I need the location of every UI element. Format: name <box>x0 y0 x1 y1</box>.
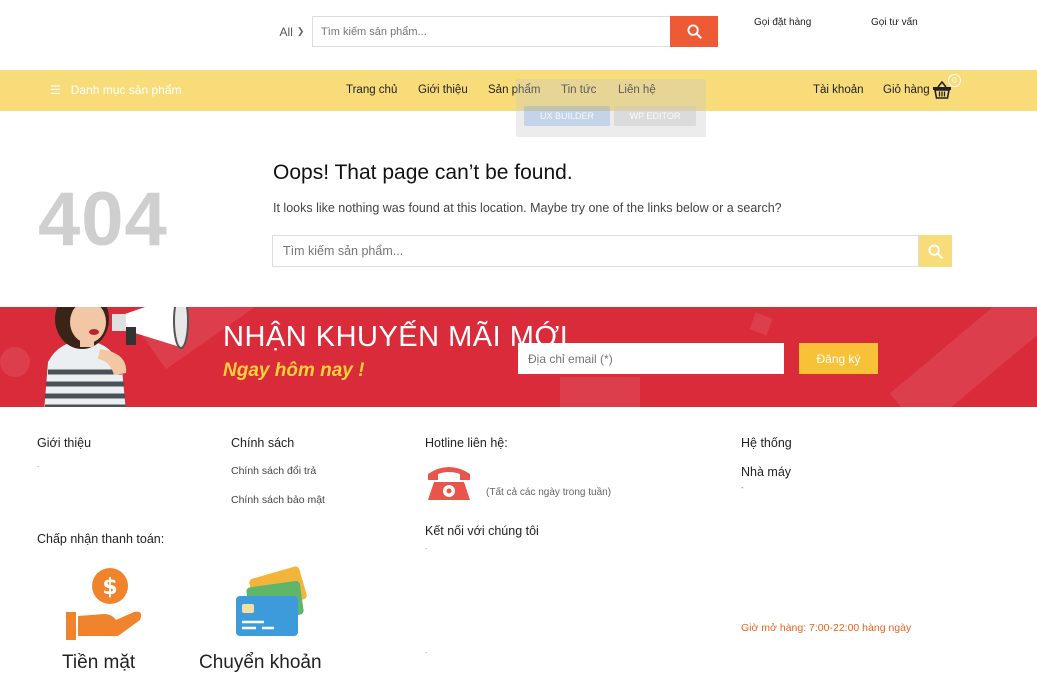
ux-builder-button[interactable]: UX BUILDER <box>524 106 610 126</box>
footer-factory-label: Nhà máy <box>741 465 792 479</box>
content-search-button[interactable] <box>919 235 952 267</box>
category-select-value: All <box>279 24 293 39</box>
svg-text:$: $ <box>102 575 117 600</box>
footer-policy-title: Chính sách <box>231 436 295 450</box>
cash-payment-icon: $ <box>66 568 142 640</box>
category-menu-toggle[interactable]: ☰ Danh mục sản phẩm <box>50 83 182 97</box>
error-code: 404 <box>38 177 168 262</box>
footer-system-title: Hệ thống <box>741 436 792 450</box>
credit-card-icon <box>236 566 307 636</box>
subscribe-button[interactable]: Đăng ký <box>799 343 878 374</box>
wp-editor-button[interactable]: WP EDITOR <box>614 106 696 126</box>
promo-banner: NHẬN KHUYẾN MÃI MỚI Ngay hôm nay ! Đăng … <box>0 307 1037 407</box>
footer-hotline-title: Hotline liên hệ: <box>425 436 508 450</box>
footer-about-title: Giới thiệu <box>37 436 92 450</box>
promo-subtitle: Ngay hôm nay ! <box>223 360 365 381</box>
call-consult-link[interactable]: Gọi tư vấn <box>871 17 918 28</box>
content-search <box>272 235 952 267</box>
footer-factory-text: - <box>741 483 744 492</box>
chevron-down-icon: ❯ <box>296 26 305 36</box>
category-select[interactable]: All ❯ <box>272 16 312 47</box>
payment-method-cash: Tiền mặt <box>62 652 136 673</box>
banner-decoration <box>749 312 773 336</box>
footer-policy-link-return[interactable]: Chính sách đổi trả <box>231 465 316 477</box>
footer-about-text: . <box>37 460 40 469</box>
email-field[interactable] <box>518 343 784 374</box>
cart-count-badge: 0 <box>948 74 961 87</box>
footer-connect-title: Kết nối với chúng tôi <box>425 524 539 538</box>
header-search: All ❯ <box>272 16 718 47</box>
woman-megaphone-image <box>44 307 189 407</box>
search-button[interactable] <box>670 16 718 47</box>
menu-icon: ☰ <box>50 83 61 97</box>
call-order-link[interactable]: Gọi đặt hàng <box>754 17 811 28</box>
account-link[interactable]: Tài khoản <box>813 84 864 96</box>
category-menu-label: Danh mục sản phẩm <box>70 83 182 97</box>
footer-payment-title: Chấp nhận thanh toán: <box>37 532 165 546</box>
promo-title: NHẬN KHUYẾN MÃI MỚI <box>223 321 569 353</box>
banner-decoration <box>0 347 30 377</box>
search-icon <box>686 24 702 39</box>
nav-item-about[interactable]: Giới thiệu <box>418 84 468 96</box>
payment-method-transfer: Chuyển khoản <box>199 652 322 673</box>
banner-decoration <box>560 377 640 407</box>
error-message: It looks like nothing was found at this … <box>273 201 782 215</box>
cart-link[interactable]: Giỏ hàng <box>883 84 930 96</box>
content-search-input[interactable] <box>272 235 919 267</box>
search-input[interactable] <box>312 16 670 47</box>
footer-bottom-dot: . <box>425 646 428 655</box>
footer-connect-text: . <box>425 542 428 551</box>
footer-policy-link-privacy[interactable]: Chính sách bảo mật <box>231 494 325 506</box>
top-header: All ❯ Gọi đặt hàng Gọi tư vấn <box>0 0 1037 70</box>
footer-hotline-note: (Tất cả các ngày trong tuần) <box>486 487 612 498</box>
search-icon <box>928 243 943 259</box>
footer-opening-hours: Giờ mở hàng: 7:00-22:00 hàng ngày <box>741 622 912 634</box>
nav-item-home[interactable]: Trang chủ <box>346 84 397 96</box>
banner-decoration <box>889 307 1037 407</box>
page-title: Oops! That page can’t be found. <box>273 161 573 184</box>
telephone-icon <box>428 467 470 500</box>
